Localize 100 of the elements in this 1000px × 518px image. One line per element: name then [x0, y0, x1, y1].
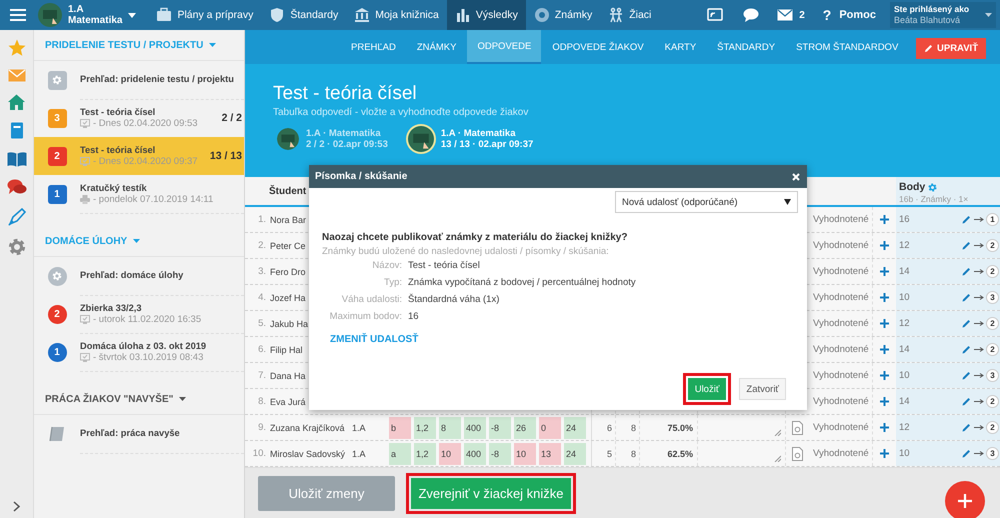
resize-grip-icon[interactable]: [774, 429, 781, 436]
grade-value: 3: [986, 291, 999, 304]
nav-item[interactable]: Moja knižnica: [346, 0, 447, 30]
pencil-icon[interactable]: [962, 397, 971, 406]
tab[interactable]: ŠTANDARDY: [707, 30, 786, 64]
nav-item[interactable]: Štandardy: [261, 0, 346, 30]
add-icon[interactable]: [880, 397, 889, 406]
add-icon[interactable]: [880, 267, 889, 276]
pencil-icon[interactable]: [962, 423, 971, 432]
add-fab[interactable]: [944, 480, 986, 518]
nav-item[interactable]: Plány a prípravy: [148, 0, 262, 30]
notebook-icon[interactable]: [10, 122, 24, 139]
star-icon[interactable]: [8, 39, 26, 57]
tab[interactable]: ODPOVEDE ŽIAKOV: [542, 30, 654, 64]
answer-cell[interactable]: b: [389, 416, 411, 438]
settings-icon[interactable]: [8, 238, 26, 256]
tab[interactable]: PREHĽAD: [341, 30, 406, 64]
sidebar-item[interactable]: 2 Test - teória čísel - Dnes 02.04.2020 09:37 13 / 13: [34, 137, 244, 175]
add-icon[interactable]: [880, 215, 889, 224]
answer-cell[interactable]: 400: [464, 416, 486, 438]
count-badge: 1: [48, 184, 66, 204]
answer-cell[interactable]: 10: [439, 442, 461, 464]
sidebar-item[interactable]: 1 Domáca úloha z 03. okt 2019 - štvrtok 03.10.2019 08:43: [34, 333, 244, 371]
caret-icon[interactable]: [128, 12, 136, 18]
settings-icon[interactable]: [928, 182, 938, 192]
sidebar-item[interactable]: 1 Kratučký testík - pondelok 07.10.2019 14:11: [34, 175, 244, 213]
add-icon[interactable]: [880, 319, 889, 328]
user-menu[interactable]: Ste prihlásený ako Beáta Blahutová: [890, 2, 996, 28]
tab[interactable]: ZNÁMKY: [406, 30, 466, 64]
pencil-icon[interactable]: [962, 449, 971, 458]
pencil-icon[interactable]: [962, 241, 971, 250]
pencil-icon[interactable]: [962, 345, 971, 354]
answer-cell[interactable]: 1,2: [414, 416, 436, 438]
add-icon[interactable]: [880, 345, 889, 354]
answer-cell[interactable]: 26: [514, 416, 536, 438]
event-select[interactable]: Nová udalosť (odporúčané): [615, 191, 798, 213]
answer-cell[interactable]: 13: [539, 442, 561, 464]
chat-icon[interactable]: [743, 8, 760, 22]
pencil-icon[interactable]: [962, 215, 971, 224]
status-text: Vyhodnotené: [808, 207, 873, 232]
screen-share-icon[interactable]: [707, 8, 724, 22]
item-count: 2 / 2: [222, 112, 242, 124]
pencil-icon[interactable]: [962, 293, 971, 302]
chevron-right-icon[interactable]: [13, 501, 20, 512]
document-icon[interactable]: [792, 420, 802, 434]
home-icon[interactable]: [8, 94, 25, 110]
sidebar-item[interactable]: 2 Zbierka 33/2,3 - utorok 11.02.2020 16:35: [34, 295, 244, 333]
field-label: Váha udalosti:: [340, 293, 402, 307]
answer-cell[interactable]: 24: [564, 442, 586, 464]
sidebar-item[interactable]: Prehľad: práca navyše: [34, 415, 244, 453]
nav-item[interactable]: Známky: [526, 0, 600, 30]
chat-bubbles-icon[interactable]: [6, 179, 26, 196]
answer-cell[interactable]: -8: [489, 416, 511, 438]
gear-badge-icon: [48, 266, 66, 286]
caret-icon[interactable]: [179, 397, 186, 401]
add-icon[interactable]: [880, 449, 889, 458]
edit-button[interactable]: UPRAVIŤ: [916, 38, 986, 59]
add-icon[interactable]: [880, 241, 889, 250]
tab[interactable]: STROM ŠTANDARDOV: [786, 30, 908, 64]
nav-item[interactable]: Výsledky: [446, 0, 526, 30]
help-button[interactable]: ? Pomoc: [822, 7, 876, 23]
class-cell-text: 1.A: [351, 422, 367, 434]
item-date: - Dnes 02.04.2020 09:53: [93, 118, 198, 128]
add-icon[interactable]: [880, 423, 889, 432]
sidebar-item[interactable]: Prehľad: domáce úlohy: [34, 257, 244, 295]
answer-cell[interactable]: 8: [439, 416, 461, 438]
item-title: Kratučký testík: [80, 182, 147, 194]
answer-cell[interactable]: -8: [489, 442, 511, 464]
student-name: Eva Jurá: [270, 396, 306, 406]
pencil-icon[interactable]: [962, 371, 971, 380]
mail-icon[interactable]: [8, 69, 26, 82]
pen-icon[interactable]: [8, 208, 26, 226]
item-title: Test - teória čísel: [80, 144, 156, 156]
section-heading[interactable]: PRÁCA ŽIAKOV "NAVYŠE": [45, 394, 174, 404]
messages-button[interactable]: 2: [777, 9, 805, 21]
document-icon[interactable]: [792, 446, 802, 460]
pencil-icon[interactable]: [962, 267, 971, 276]
item-title: Prehľad: pridelenie testu / projektu: [80, 74, 234, 85]
answer-cell[interactable]: 24: [564, 416, 586, 438]
close-icon[interactable]: [792, 172, 800, 180]
answer-cell[interactable]: 0: [539, 416, 561, 438]
open-book-icon[interactable]: [6, 151, 26, 167]
tab[interactable]: KARTY: [654, 30, 706, 64]
pencil-icon[interactable]: [962, 319, 971, 328]
answer-cell[interactable]: a: [389, 442, 411, 464]
answer-cell[interactable]: 1,2: [414, 442, 436, 464]
grade-value: 2: [986, 421, 999, 434]
close-button[interactable]: Zatvoriť: [739, 378, 786, 400]
answer-cell[interactable]: 400: [464, 442, 486, 464]
class-avatar-icon[interactable]: [38, 3, 62, 27]
answer-cell[interactable]: 10: [514, 442, 536, 464]
item-title: Prehľad: práca navyše: [80, 428, 180, 439]
count-cell: 5: [592, 441, 616, 466]
nav-item[interactable]: Žiaci: [600, 0, 660, 30]
sidebar-item[interactable]: Prehľad: pridelenie testu / projektu: [34, 61, 244, 99]
add-icon[interactable]: [880, 293, 889, 302]
add-icon[interactable]: [880, 371, 889, 380]
resize-grip-icon[interactable]: [774, 455, 781, 462]
row-number: 7.: [257, 369, 267, 383]
menu-icon[interactable]: [10, 9, 26, 21]
